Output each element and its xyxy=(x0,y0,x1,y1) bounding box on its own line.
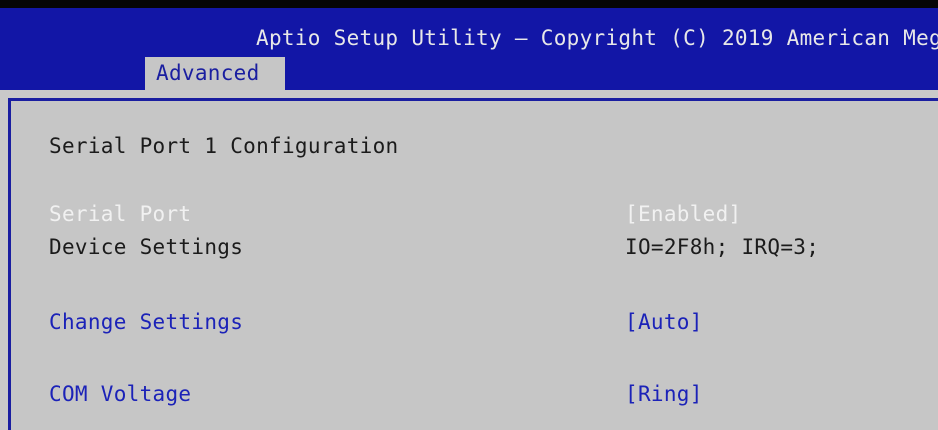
bios-header: Aptio Setup Utility – Copyright (C) 2019… xyxy=(0,8,938,90)
change-settings-option[interactable]: Change Settings xyxy=(49,310,243,334)
settings-panel: Serial Port 1 Configuration Serial Port … xyxy=(8,98,938,430)
serial-port-value: [Enabled] xyxy=(625,202,742,226)
top-border xyxy=(0,0,938,8)
tab-advanced[interactable]: Advanced xyxy=(145,57,285,90)
section-title: Serial Port 1 Configuration xyxy=(49,134,399,158)
serial-port-label: Serial Port xyxy=(49,202,192,226)
com-voltage-value[interactable]: [Ring] xyxy=(625,382,703,406)
com-voltage-option[interactable]: COM Voltage xyxy=(49,382,191,406)
device-settings-value: IO=2F8h; IRQ=3; xyxy=(625,235,820,259)
header-divider xyxy=(0,90,938,98)
device-settings-label: Device Settings xyxy=(49,235,244,259)
change-settings-value[interactable]: [Auto] xyxy=(625,310,703,334)
app-title: Aptio Setup Utility – Copyright (C) 2019… xyxy=(256,26,938,50)
